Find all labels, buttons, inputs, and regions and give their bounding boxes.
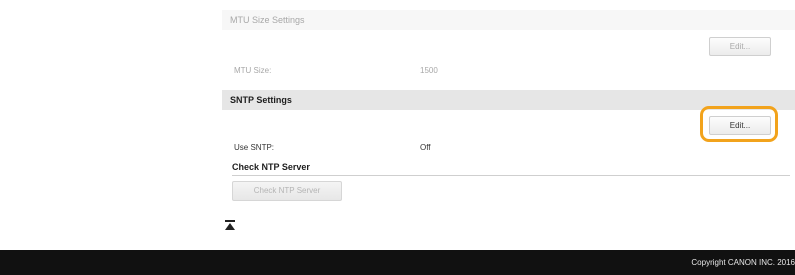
settings-content: MTU Size Settings Edit... MTU Size: 1500…: [222, 0, 795, 250]
mtu-edit-button[interactable]: Edit...: [709, 37, 771, 56]
sntp-edit-button[interactable]: Edit...: [709, 116, 771, 135]
check-ntp-server-button[interactable]: Check NTP Server: [232, 181, 342, 201]
settings-page: MTU Size Settings Edit... MTU Size: 1500…: [0, 0, 795, 275]
section-divider: [232, 175, 790, 176]
mtu-size-value: 1500: [420, 66, 438, 75]
mtu-size-settings-header: MTU Size Settings: [222, 10, 795, 30]
go-to-top-icon[interactable]: [225, 219, 235, 231]
use-sntp-value: Off: [420, 143, 431, 152]
footer-bar: Copyright CANON INC. 2016: [0, 250, 795, 275]
check-ntp-server-heading: Check NTP Server: [232, 162, 310, 172]
use-sntp-label: Use SNTP:: [234, 143, 275, 152]
copyright-text: Copyright CANON INC. 2016: [691, 258, 795, 267]
mtu-size-label: MTU Size:: [234, 66, 272, 75]
left-margin: [0, 0, 222, 250]
